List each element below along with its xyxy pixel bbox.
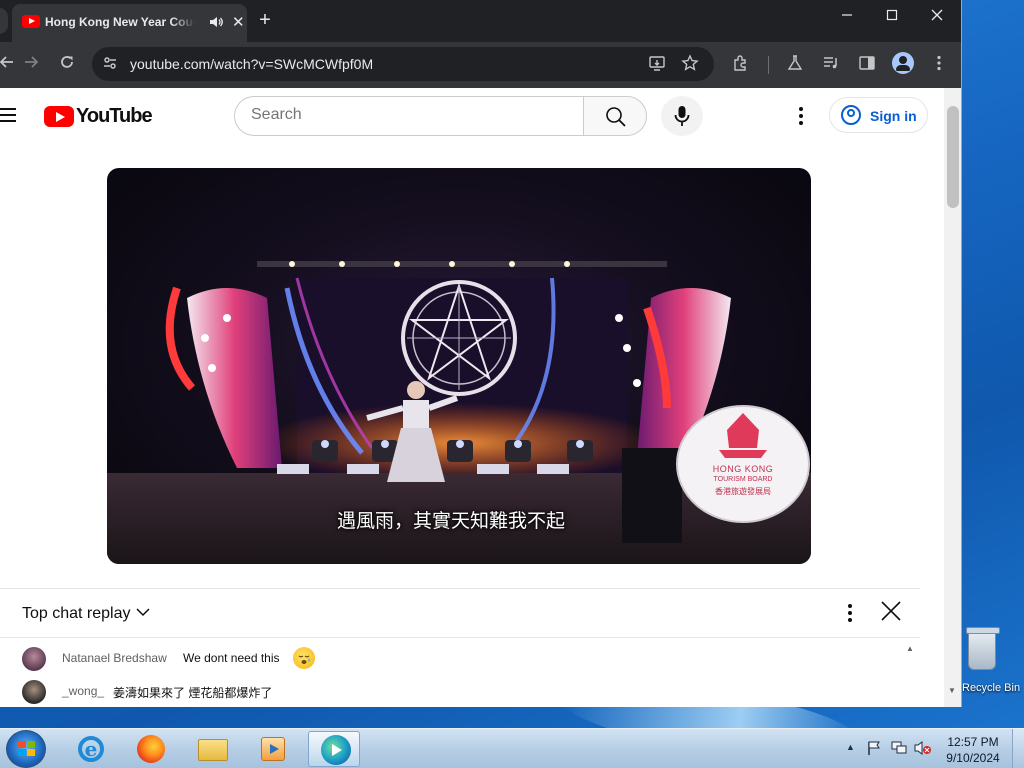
close-window-button[interactable]	[922, 8, 952, 26]
internet-explorer-icon: e	[78, 736, 104, 762]
youtube-page: YouTube Sign in	[0, 88, 944, 707]
close-chat-icon[interactable]	[880, 600, 902, 627]
microphone-icon	[674, 106, 690, 126]
search-button[interactable]	[583, 96, 647, 136]
browser-toolbar: youtube.com/watch?v=SWcMCWfpf0M	[0, 42, 961, 88]
chevron-down-icon[interactable]	[136, 606, 150, 620]
taskbar-edge-browser[interactable]	[308, 731, 360, 767]
voice-search-button[interactable]	[661, 96, 703, 136]
taskbar-internet-explorer[interactable]: e	[64, 731, 116, 767]
guide-menu-icon[interactable]	[0, 108, 18, 122]
profile-avatar-icon[interactable]	[892, 52, 914, 74]
video-frame	[107, 261, 811, 564]
folder-icon	[198, 739, 228, 761]
youtube-logo[interactable]: YouTube	[44, 105, 153, 127]
search-box[interactable]	[234, 96, 584, 136]
chat-scroll-down-icon[interactable]: ▼	[948, 686, 956, 695]
taskbar-media-player[interactable]	[246, 731, 298, 767]
avatar[interactable]	[22, 680, 46, 704]
forward-arrow-icon[interactable]	[20, 54, 42, 75]
chat-author[interactable]: Natanael Bredshaw	[62, 651, 167, 665]
tourism-board-line1: HONG KONG	[712, 464, 774, 474]
back-arrow-icon[interactable]	[0, 54, 18, 75]
extensions-icon[interactable]	[730, 54, 752, 77]
tab-close-icon[interactable]: ✕	[232, 13, 245, 31]
clock-time: 12:57 PM	[947, 735, 999, 749]
recycle-bin-icon	[966, 627, 1000, 670]
bookmark-star-icon[interactable]	[681, 54, 699, 77]
chat-text: We dont need this	[183, 651, 280, 665]
tourism-board-line2: TOURISM BOARD	[713, 476, 773, 483]
action-center-flag-icon[interactable]	[866, 740, 882, 759]
edge-browser-icon	[321, 735, 351, 765]
youtube-play-logo-icon	[44, 106, 74, 127]
chat-text: 姜濤如果來了 煙花船都爆炸了	[113, 686, 273, 700]
browser-window: Hong Kong New Year Countdown ✕ +	[0, 0, 962, 707]
toolbar-divider	[768, 56, 769, 74]
video-subtitle: 遇風雨，其實天知難我不起	[337, 511, 566, 532]
speaker-icon[interactable]	[209, 15, 223, 32]
chat-more-icon[interactable]	[838, 601, 862, 625]
youtube-favicon-icon	[22, 15, 40, 28]
page-scrollbar[interactable]	[944, 88, 961, 707]
system-clock[interactable]: 12:57 PM 9/10/2024	[942, 734, 1004, 766]
tab-strip: Hong Kong New Year Countdown ✕ +	[0, 0, 961, 42]
chat-author[interactable]: _wong_	[62, 684, 104, 698]
minimize-button[interactable]	[832, 8, 862, 26]
taskbar: e ▲ 12:57 PM 9/10/2024	[0, 728, 1024, 768]
video-player[interactable]: 遇風雨，其實天知難我不起 HONG KONG TOURISM BOARD 香港旅…	[107, 168, 811, 564]
firefox-icon	[137, 735, 165, 763]
chat-header: Top chat replay	[0, 589, 920, 638]
recycle-bin-label: Recycle Bin	[962, 682, 1021, 694]
recycle-bin[interactable]: Recycle Bin	[962, 627, 1024, 700]
user-circle-icon	[841, 105, 861, 125]
sign-in-button[interactable]: Sign in	[829, 97, 928, 133]
tab-title: Hong Kong New Year Countdown	[45, 15, 195, 33]
new-tab-button[interactable]: +	[255, 9, 275, 31]
browser-menu-icon[interactable]	[928, 54, 950, 77]
address-url: youtube.com/watch?v=SWcMCWfpf0M	[130, 56, 374, 72]
side-panel-icon[interactable]	[856, 54, 878, 77]
address-bar[interactable]: youtube.com/watch?v=SWcMCWfpf0M	[92, 47, 714, 81]
settings-more-icon[interactable]	[789, 104, 813, 128]
install-app-icon[interactable]	[648, 54, 666, 77]
show-desktop-button[interactable]	[1012, 729, 1024, 768]
scrollbar-thumb[interactable]	[947, 106, 959, 208]
media-player-icon	[261, 737, 285, 761]
sleepy-face-emoji-icon	[293, 647, 315, 669]
search-icon	[606, 107, 626, 127]
clock-date: 9/10/2024	[946, 751, 1000, 765]
reload-icon[interactable]	[56, 54, 78, 75]
chat-scroll-up-icon[interactable]: ▲	[906, 644, 914, 653]
previous-tab[interactable]	[0, 8, 8, 34]
search-input[interactable]	[251, 106, 571, 124]
labs-flask-icon[interactable]	[784, 54, 806, 77]
taskbar-firefox[interactable]	[124, 731, 176, 767]
taskbar-file-explorer[interactable]	[186, 731, 238, 767]
chat-mode-dropdown[interactable]: Top chat replay	[22, 605, 131, 623]
start-button[interactable]	[6, 730, 46, 768]
media-control-icon[interactable]	[820, 54, 842, 77]
tab-active[interactable]: Hong Kong New Year Countdown ✕	[12, 4, 247, 42]
avatar[interactable]	[22, 647, 46, 671]
tourism-board-line3: 香港旅遊發展局	[715, 487, 771, 496]
volume-muted-icon[interactable]	[914, 740, 932, 759]
live-chat-panel: Top chat replay ▲ Natanael Bredshaw We d…	[0, 588, 920, 707]
network-icon[interactable]	[890, 740, 908, 759]
maximize-button[interactable]	[877, 8, 907, 26]
show-hidden-icons-icon[interactable]: ▲	[846, 742, 855, 752]
windows-logo-icon	[18, 741, 36, 757]
youtube-wordmark: YouTube	[76, 105, 153, 127]
sign-in-label: Sign in	[870, 108, 917, 124]
site-settings-icon[interactable]	[100, 55, 120, 73]
